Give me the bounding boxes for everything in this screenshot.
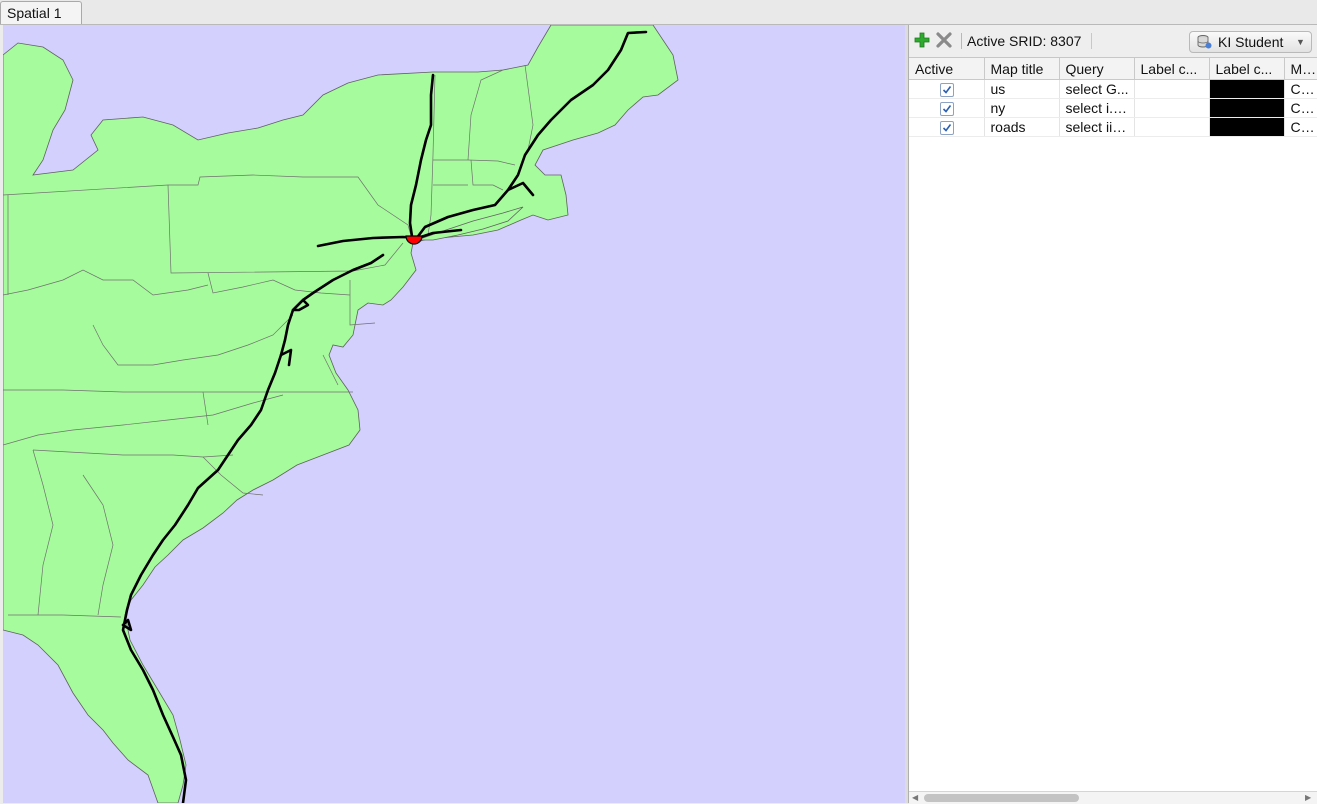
column-header-query[interactable]: Query <box>1059 58 1135 80</box>
scroll-right-icon[interactable]: ▶ <box>1305 793 1311 802</box>
tab-spatial-1[interactable]: Spatial 1 <box>0 1 83 24</box>
table-header-row: Active Map title Query Label c... Label … <box>909 58 1317 80</box>
land-area <box>3 25 679 803</box>
checkbox[interactable] <box>940 83 955 98</box>
label-column-cell[interactable] <box>1134 79 1210 99</box>
connection-label: KI Student <box>1218 34 1284 50</box>
marker-cell[interactable]: Circl <box>1284 98 1317 118</box>
connection-dropdown[interactable]: KI Student ▼ <box>1189 31 1312 53</box>
table-row[interactable]: ny select i.L... Circl <box>909 98 1317 118</box>
label-color-swatch[interactable] <box>1209 117 1285 137</box>
database-icon <box>1197 35 1212 49</box>
toolbar-separator <box>961 33 962 49</box>
horizontal-scrollbar[interactable]: ◀ ▶ <box>909 791 1317 804</box>
query-cell[interactable]: select ii.i... <box>1059 117 1135 137</box>
active-checkbox-cell[interactable] <box>909 79 985 99</box>
label-column-cell[interactable] <box>1134 117 1210 137</box>
query-cell[interactable]: select G... <box>1059 79 1135 99</box>
remove-icon[interactable] <box>935 31 953 49</box>
checkmark-icon <box>943 105 952 113</box>
table-row[interactable]: us select G... Circl <box>909 79 1317 99</box>
checkmark-icon <box>943 124 952 132</box>
label-column-cell[interactable] <box>1134 98 1210 118</box>
chevron-down-icon: ▼ <box>1296 37 1305 47</box>
layers-table: Active Map title Query Label c... Label … <box>909 58 1317 137</box>
column-header-active[interactable]: Active <box>909 58 985 80</box>
layer-panel: Active SRID: 8307 KI Student ▼ Active Ma… <box>908 25 1317 804</box>
checkmark-icon <box>943 86 952 94</box>
marker-cell[interactable]: Circl <box>1284 117 1317 137</box>
map-title-cell[interactable]: us <box>984 79 1060 99</box>
add-icon[interactable] <box>913 31 931 49</box>
label-color-swatch[interactable] <box>1209 79 1285 99</box>
tab-bar: Spatial 1 <box>0 0 1317 25</box>
map-title-cell[interactable]: ny <box>984 98 1060 118</box>
active-srid-label: Active SRID: 8307 <box>967 33 1082 49</box>
layer-toolbar: Active SRID: 8307 KI Student ▼ <box>909 25 1317 58</box>
map-title-cell[interactable]: roads <box>984 117 1060 137</box>
marker-cell[interactable]: Circl <box>1284 79 1317 99</box>
scroll-left-icon[interactable]: ◀ <box>912 793 918 802</box>
map-canvas[interactable] <box>3 25 906 803</box>
table-row[interactable]: roads select ii.i... Circl <box>909 117 1317 137</box>
active-checkbox-cell[interactable] <box>909 117 985 137</box>
query-cell[interactable]: select i.L... <box>1059 98 1135 118</box>
map-svg <box>3 25 679 803</box>
checkbox[interactable] <box>940 102 955 117</box>
scrollbar-thumb[interactable] <box>924 794 1079 802</box>
label-color-swatch[interactable] <box>1209 98 1285 118</box>
column-header-map-title[interactable]: Map title <box>984 58 1060 80</box>
column-header-label-column[interactable]: Label c... <box>1134 58 1210 80</box>
column-header-label-color[interactable]: Label c... <box>1209 58 1285 80</box>
column-header-marker[interactable]: M ▼ <box>1284 58 1317 80</box>
column-header-marker-label: M <box>1290 60 1303 77</box>
toolbar-separator <box>1091 33 1092 49</box>
active-checkbox-cell[interactable] <box>909 98 985 118</box>
checkbox[interactable] <box>940 121 955 136</box>
